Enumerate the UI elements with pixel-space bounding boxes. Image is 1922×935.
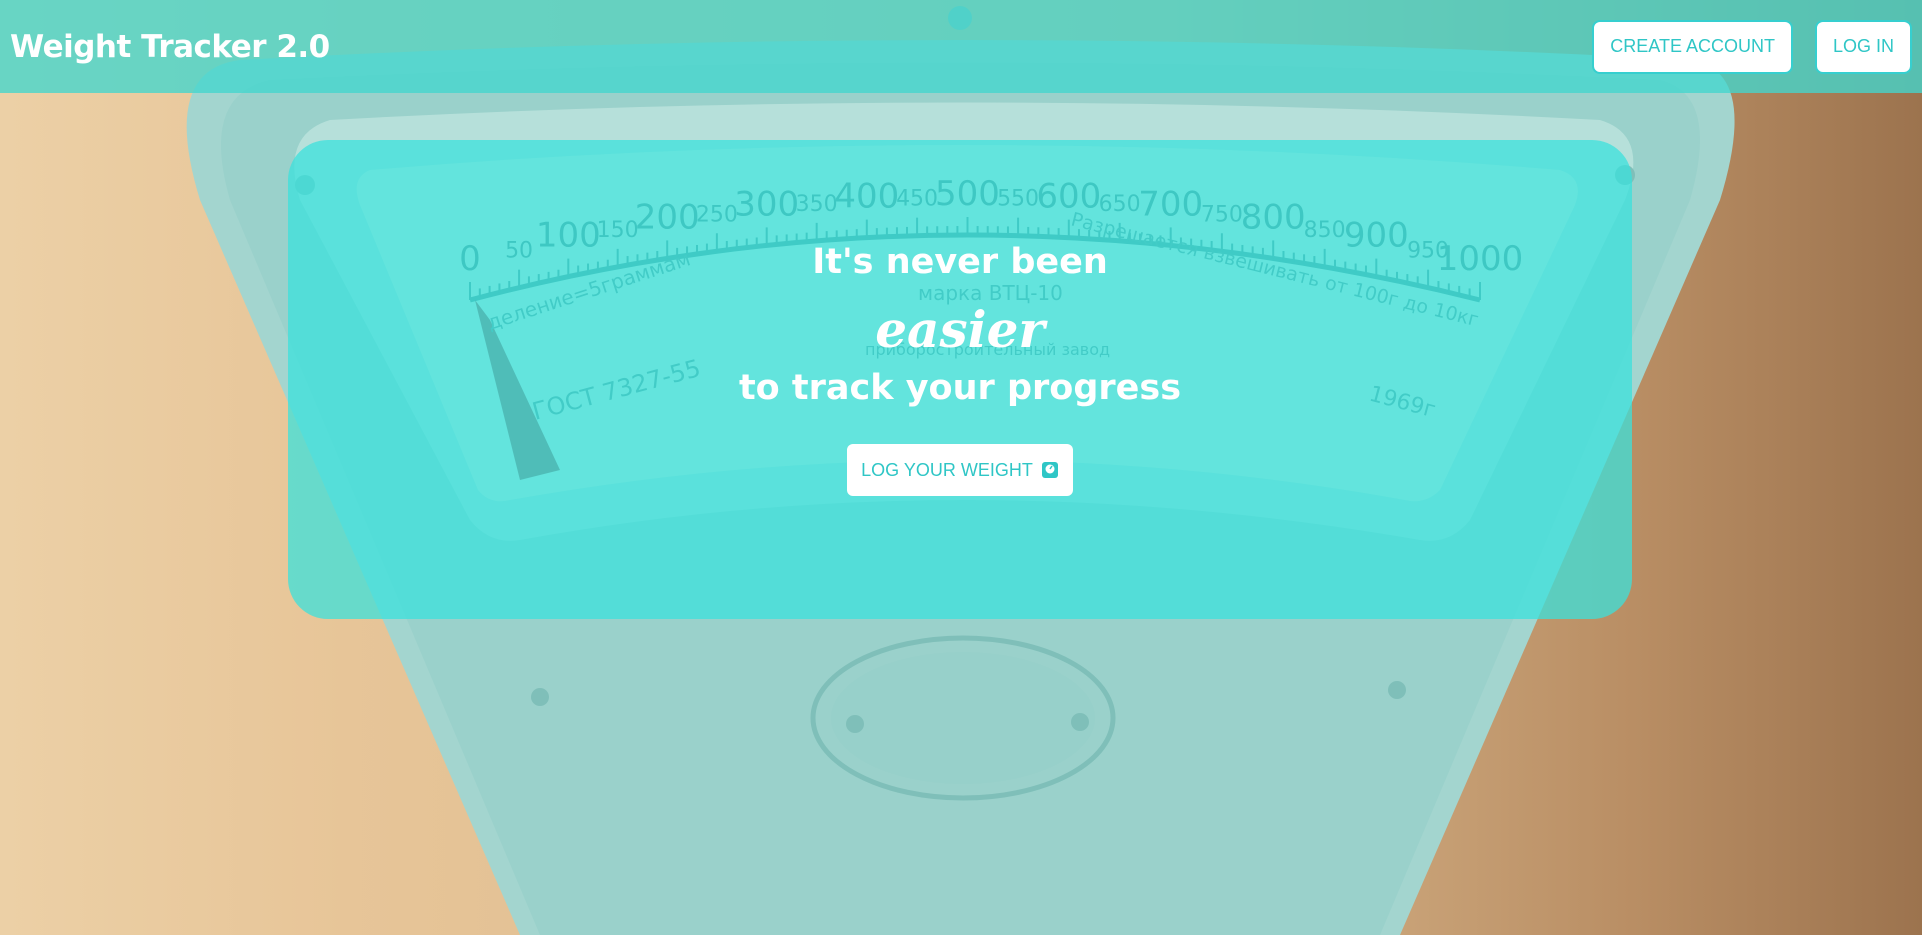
log-your-weight-button[interactable]: LOG YOUR WEIGHT [847,444,1073,496]
app-brand[interactable]: Weight Tracker 2.0 [10,29,330,65]
top-navbar: Weight Tracker 2.0 CREATE ACCOUNT LOG IN [0,0,1922,93]
log-your-weight-label: LOG YOUR WEIGHT [861,459,1033,480]
hero-headline-accent: easier [875,300,1045,359]
log-in-button[interactable]: LOG IN [1814,19,1912,74]
nav-actions: CREATE ACCOUNT LOG IN [1592,19,1912,74]
hero-headline-line1: It's never been [812,242,1108,282]
scale-icon [1041,461,1059,479]
hero-headline-line3: to track your progress [738,368,1182,408]
hero-card: It's never been easier to track your pro… [288,140,1632,619]
create-account-button[interactable]: CREATE ACCOUNT [1592,19,1793,74]
